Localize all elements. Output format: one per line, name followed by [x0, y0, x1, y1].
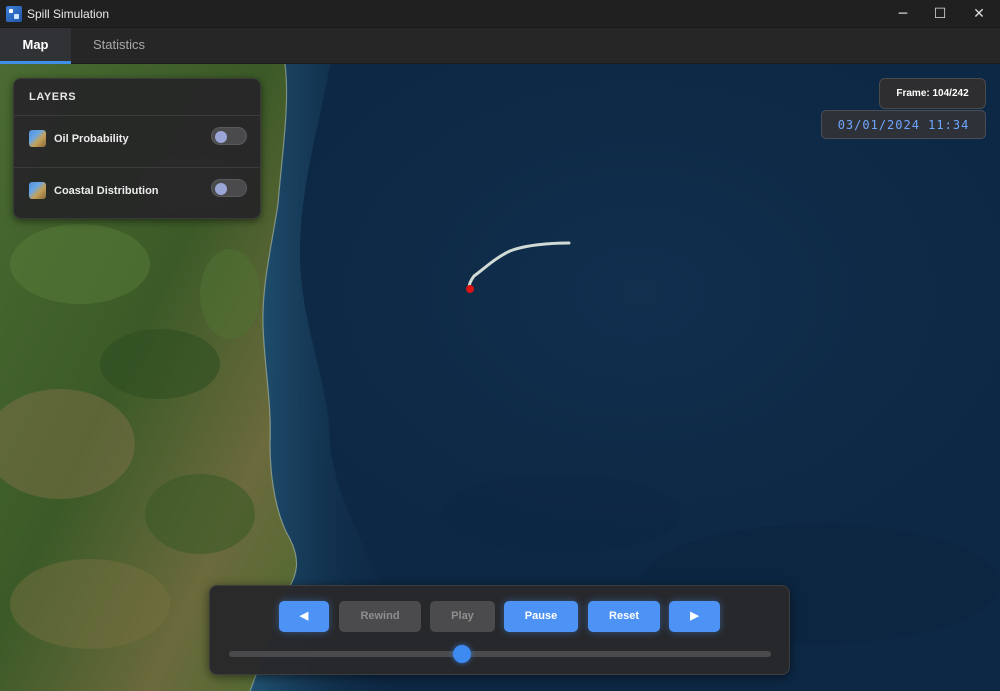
coastal-distribution-toggle[interactable] [211, 179, 247, 197]
spill-head-marker [466, 285, 474, 293]
play-button[interactable]: Play [430, 601, 495, 632]
maximize-button[interactable]: ☐ [921, 0, 959, 28]
reset-button[interactable]: Reset [588, 601, 660, 632]
next-frame-button[interactable]: ▶ [669, 601, 720, 632]
layer-label: Coastal Distribution [54, 185, 159, 197]
layer-label: Oil Probability [54, 133, 129, 145]
layer-map-icon [29, 130, 46, 147]
simulation-datetime: 03/01/2024 11:34 [821, 110, 986, 139]
previous-frame-button[interactable]: ◀ [279, 601, 329, 632]
pause-button[interactable]: Pause [504, 601, 578, 632]
timeline-slider-thumb[interactable] [453, 645, 472, 663]
timeline-slider-track[interactable] [229, 651, 771, 657]
oil-probability-toggle[interactable] [211, 127, 247, 145]
playback-controls: ◀ Rewind Play Pause Reset ▶ [209, 585, 790, 675]
tab-bar: Map Statistics [0, 28, 1000, 64]
minimize-button[interactable]: ─ [884, 0, 922, 28]
close-button[interactable]: ✕ [960, 0, 998, 28]
layers-title: LAYERS [29, 91, 77, 103]
window-title: Spill Simulation [27, 7, 110, 21]
title-bar: Spill Simulation ─ ☐ ✕ [0, 0, 1000, 28]
layers-panel: LAYERS Oil Probability Coastal Distribut… [13, 78, 262, 219]
toggle-knob [215, 183, 227, 195]
rewind-button[interactable]: Rewind [339, 601, 421, 632]
tab-map[interactable]: Map [0, 28, 71, 64]
spill-trail [467, 241, 571, 290]
frame-counter: Frame: 104/242 [879, 78, 986, 109]
layer-row-coastal-distribution: Coastal Distribution [14, 167, 262, 219]
toggle-knob [215, 131, 227, 143]
app-icon [6, 6, 22, 22]
tab-statistics[interactable]: Statistics [78, 28, 160, 64]
layer-row-oil-probability: Oil Probability [14, 115, 262, 167]
layer-map-icon [29, 182, 46, 199]
